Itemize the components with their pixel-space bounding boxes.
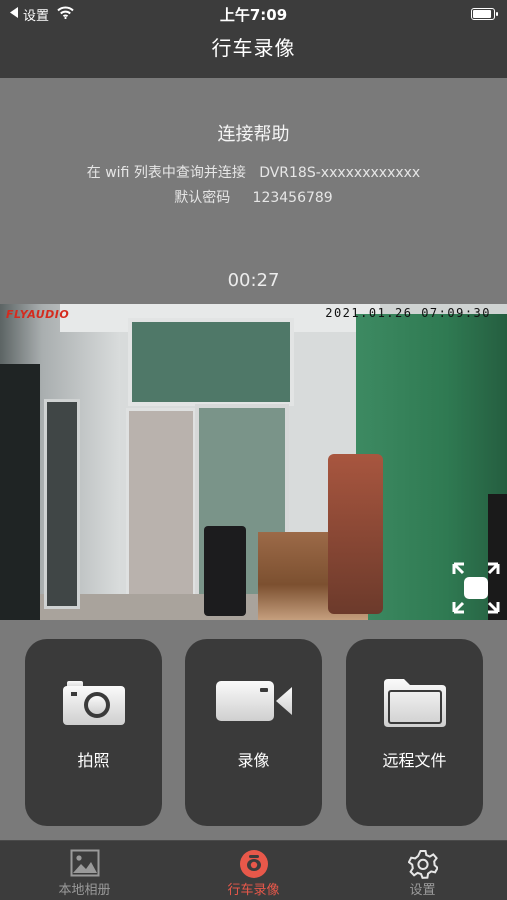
camera-icon <box>25 677 162 733</box>
help-wifi-instruction: 在 wifi 列表中查询并连接 DVR18S-xxxxxxxxxxxx <box>86 165 421 181</box>
tab-local-album-label: 本地相册 <box>58 883 111 898</box>
fullscreen-icon <box>452 562 500 618</box>
top-bar: 设置 上午7:09 行车录像 <box>0 0 507 78</box>
help-title: 连接帮助 <box>217 124 290 145</box>
video-scene-side-door <box>44 399 80 609</box>
tab-dashcam-label: 行车录像 <box>227 883 280 898</box>
video-scene-cloth <box>328 454 383 614</box>
take-photo-button[interactable]: 拍照 <box>25 639 162 826</box>
battery-icon <box>471 8 498 20</box>
video-scene-suitcase <box>204 526 246 616</box>
dashcam-icon <box>169 849 338 879</box>
action-panel: 拍照 录像 远程文件 <box>0 620 507 840</box>
page-title: 行车录像 <box>211 36 296 60</box>
video-scene-shadow <box>0 364 40 620</box>
remote-files-button[interactable]: 远程文件 <box>346 639 483 826</box>
status-bar: 设置 上午7:09 <box>0 0 507 28</box>
video-timestamp: 2021.01.26 07:09:30 <box>325 306 491 320</box>
tab-settings[interactable]: 设置 <box>338 847 507 899</box>
tab-local-album[interactable]: 本地相册 <box>0 847 169 899</box>
tab-bar: 本地相册 行车录像 设置 <box>0 840 507 900</box>
fullscreen-button[interactable] <box>452 562 500 614</box>
video-scene-window <box>128 318 294 406</box>
image-icon <box>0 849 169 879</box>
video-camera-icon <box>185 677 322 733</box>
video-brand-logo: FLYAUDIO <box>6 308 70 321</box>
tab-dashcam[interactable]: 行车录像 <box>169 847 338 899</box>
connection-timer: 00:27 <box>227 270 280 291</box>
connection-help-panel: 连接帮助 在 wifi 列表中查询并连接 DVR18S-xxxxxxxxxxxx… <box>0 78 507 304</box>
help-default-password: 默认密码 123456789 <box>174 190 333 206</box>
tab-settings-label: 设置 <box>409 883 436 898</box>
folder-icon <box>346 677 483 733</box>
remote-files-label: 远程文件 <box>382 751 447 770</box>
record-video-button[interactable]: 录像 <box>185 639 322 826</box>
gear-icon <box>338 849 507 879</box>
take-photo-label: 拍照 <box>77 751 110 770</box>
record-video-label: 录像 <box>237 751 270 770</box>
video-scene-balcony <box>126 408 196 608</box>
status-time: 上午7:09 <box>219 6 288 24</box>
live-video-preview[interactable]: FLYAUDIO 2021.01.26 07:09:30 <box>0 304 507 620</box>
